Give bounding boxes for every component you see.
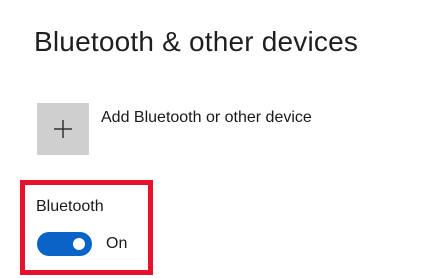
add-device-button[interactable]: Add Bluetooth or other device bbox=[37, 103, 312, 155]
add-device-label: Add Bluetooth or other device bbox=[101, 109, 312, 126]
bluetooth-toggle-row: On bbox=[37, 232, 127, 256]
bluetooth-toggle[interactable] bbox=[37, 232, 92, 256]
plus-icon bbox=[52, 118, 74, 140]
settings-page: Bluetooth & other devices Add Bluetooth … bbox=[0, 0, 434, 278]
add-device-tile[interactable] bbox=[37, 103, 89, 155]
toggle-state-label: On bbox=[106, 235, 128, 252]
bluetooth-label: Bluetooth bbox=[36, 198, 104, 215]
toggle-knob bbox=[73, 238, 85, 250]
highlight-annotation bbox=[20, 180, 153, 275]
page-title: Bluetooth & other devices bbox=[34, 26, 359, 57]
